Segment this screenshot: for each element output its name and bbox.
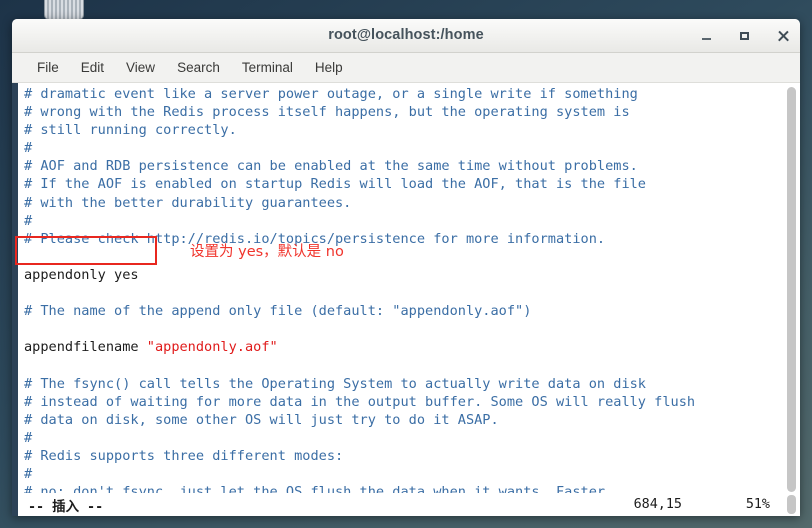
scrollbar-thumb-bottom[interactable] — [787, 495, 796, 514]
terminal-line: # no: don't fsync, just let the OS flush… — [24, 483, 800, 493]
window-titlebar[interactable]: root@localhost:/home — [12, 19, 800, 53]
terminal-line: appendonly yes — [24, 266, 800, 284]
terminal-line: # — [24, 465, 800, 483]
vim-mode-indicator: -- 插入 -- — [28, 499, 104, 515]
file-percent: 51% — [745, 497, 770, 512]
cursor-position: 684,15 — [633, 497, 682, 512]
terminal-text-segment: appendonly yes — [24, 266, 139, 283]
terminal-text-segment: # with the better durability guarantees. — [24, 194, 352, 211]
maximize-icon[interactable] — [738, 29, 752, 43]
trash-can-icon[interactable] — [42, 0, 84, 20]
terminal-text-segment: # — [24, 429, 33, 446]
terminal-line: # wrong with the Redis process itself ha… — [24, 103, 800, 121]
terminal-text-segment: # If the AOF is enabled on startup Redis… — [24, 176, 646, 193]
terminal-line: # with the better durability guarantees. — [24, 194, 800, 212]
terminal-line: # still running correctly. — [24, 121, 800, 139]
terminal-text-segment: # The fsync() call tells the Operating S… — [24, 375, 646, 392]
minimize-icon[interactable] — [700, 29, 714, 43]
desktop-background: root@localhost:/home File Edit View Sear… — [0, 0, 812, 528]
terminal-line: # The fsync() call tells the Operating S… — [24, 375, 800, 393]
close-icon[interactable] — [776, 29, 790, 43]
terminal-line: # If the AOF is enabled on startup Redis… — [24, 175, 800, 193]
terminal-text-segment: # instead of waiting for more data in th… — [24, 393, 696, 410]
terminal-line: # Redis supports three different modes: — [24, 447, 800, 465]
terminal-text-segment: appendfilename — [24, 339, 147, 356]
terminal-text-segment: # AOF and RDB persistence can be enabled… — [24, 158, 638, 175]
terminal-scrollbar[interactable] — [785, 83, 798, 493]
terminal-text-area[interactable]: # dramatic event like a server power out… — [18, 83, 800, 493]
terminal-line: # The name of the append only file (defa… — [24, 302, 800, 320]
terminal-line: # Please check http://redis.io/topics/pe… — [24, 230, 800, 248]
menu-item-view[interactable]: View — [115, 57, 166, 78]
terminal-text-segment: # no: don't fsync, just let the OS flush… — [24, 484, 614, 493]
terminal-line: # — [24, 139, 800, 157]
terminal-line: # — [24, 212, 800, 230]
terminal-text-segment: # data on disk, some other OS will just … — [24, 411, 499, 428]
terminal-text-segment: # — [24, 465, 33, 482]
terminal-text-segment: # Redis supports three different modes: — [24, 447, 344, 464]
terminal-line: # AOF and RDB persistence can be enabled… — [24, 157, 800, 175]
terminal-text-segment: # — [24, 212, 33, 229]
window-title: root@localhost:/home — [328, 27, 484, 43]
terminal-text-segment: "appendonly.aof" — [146, 339, 278, 356]
terminal-text-segment: # wrong with the Redis process itself ha… — [24, 104, 630, 121]
terminal-line: # instead of waiting for more data in th… — [24, 393, 800, 411]
menu-item-search[interactable]: Search — [166, 57, 231, 78]
terminal-text-segment: # dramatic event like a server power out… — [24, 86, 638, 102]
terminal-line: # — [24, 429, 800, 447]
trash-body — [44, 0, 84, 20]
terminal-line: appendfilename "appendonly.aof" — [24, 338, 800, 356]
menu-item-terminal[interactable]: Terminal — [231, 57, 304, 78]
menu-bar: File Edit View Search Terminal Help — [12, 53, 800, 83]
terminal-text-segment: # still running correctly. — [24, 122, 237, 139]
annotation-note: 设置为 yes，默认是 no — [190, 244, 344, 260]
menu-item-file[interactable]: File — [26, 57, 70, 78]
menu-item-help[interactable]: Help — [304, 57, 354, 78]
terminal-line: # data on disk, some other OS will just … — [24, 411, 800, 429]
terminal-text-segment: # The name of the append only file (defa… — [24, 303, 532, 320]
vim-status-bar: -- 插入 -- 684,15 51% — [12, 493, 800, 516]
window-controls — [700, 19, 790, 52]
terminal-line: # dramatic event like a server power out… — [24, 85, 800, 103]
menu-item-edit[interactable]: Edit — [70, 57, 115, 78]
terminal-text-segment: # — [24, 140, 33, 157]
terminal-body[interactable]: # dramatic event like a server power out… — [12, 83, 800, 493]
terminal-window: root@localhost:/home File Edit View Sear… — [12, 19, 800, 516]
scrollbar-thumb[interactable] — [787, 87, 796, 492]
